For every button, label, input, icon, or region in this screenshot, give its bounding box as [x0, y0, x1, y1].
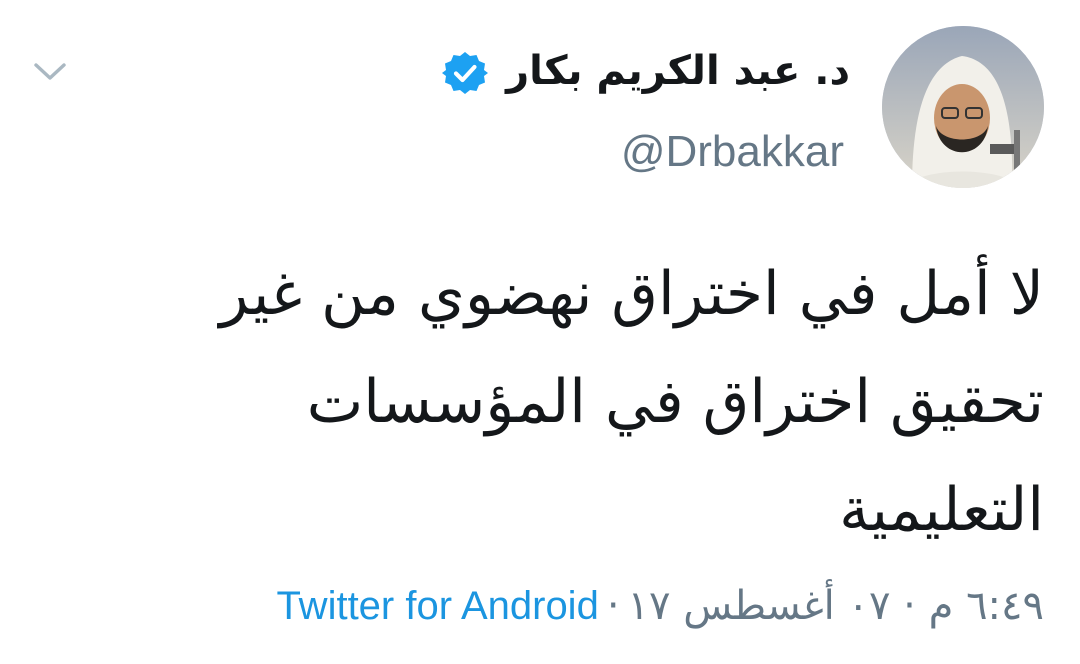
meta-separator: ·: [606, 583, 620, 629]
author-display-name[interactable]: د. عبد الكريم بكار: [506, 46, 850, 96]
tweet-timestamp[interactable]: ٦:٤٩ م · ٠٧ أغسطس ١٧: [628, 578, 1044, 634]
avatar-image: [882, 26, 1044, 188]
chevron-down-icon[interactable]: [30, 56, 70, 86]
author-handle[interactable]: @Drbakkar: [621, 124, 844, 180]
tweet-text: لا أمل في اختراق نهضوي من غير تحقيق اختر…: [219, 259, 1044, 545]
verified-badge-icon: [442, 52, 488, 94]
tweet-source-link[interactable]: Twitter for Android: [276, 578, 598, 634]
tweet-card: د. عبد الكريم بكار @Drbakkar لا أمل في ا…: [0, 0, 1080, 664]
tweet-meta: Twitter for Android · ٦:٤٩ م · ٠٧ أغسطس ١٧: [64, 578, 1044, 634]
avatar[interactable]: [882, 26, 1044, 188]
